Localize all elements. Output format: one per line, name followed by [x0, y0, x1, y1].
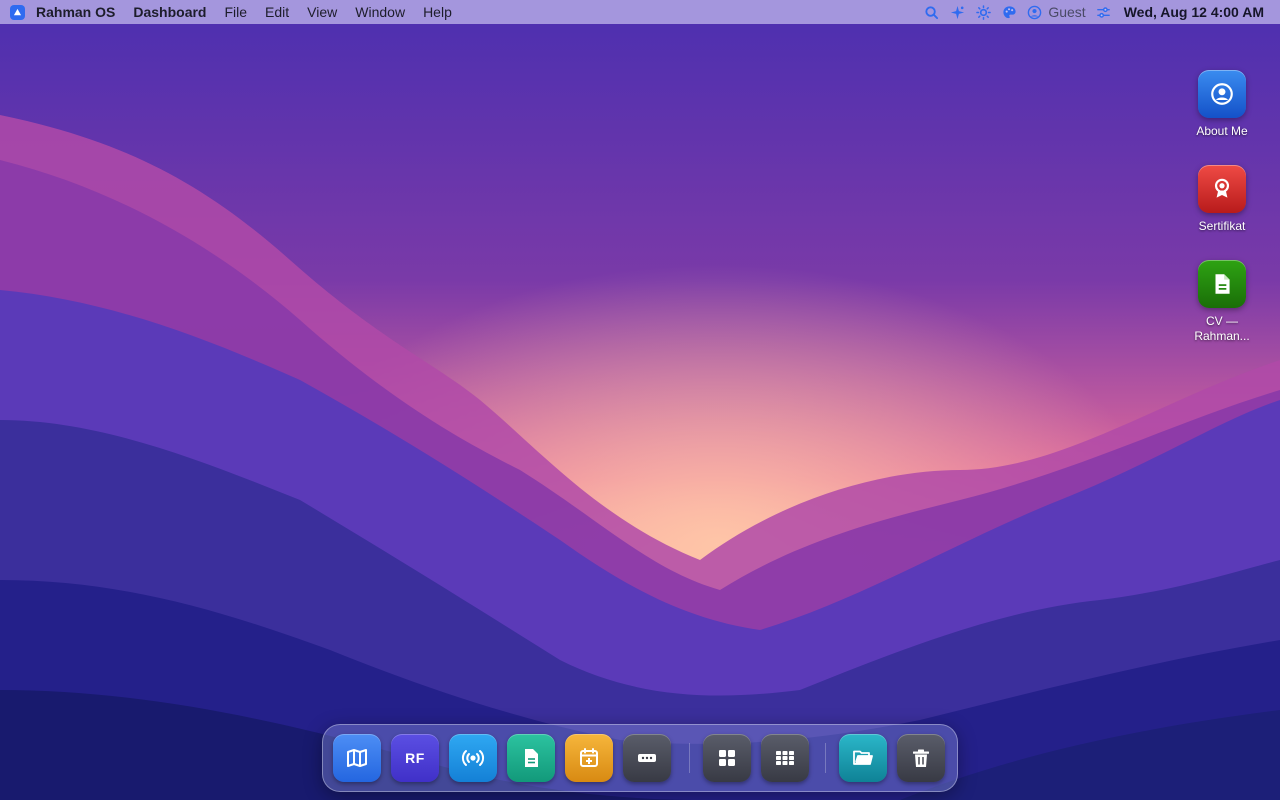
- dock-item-trash[interactable]: [897, 734, 945, 782]
- dock-separator: [825, 743, 826, 773]
- desktop-icon-about-me[interactable]: About Me: [1182, 70, 1262, 139]
- radio-broadcast-icon: [461, 750, 485, 766]
- desktop-icon-cv[interactable]: CV — Rahman...: [1182, 260, 1262, 344]
- dock-item-calendar[interactable]: [565, 734, 613, 782]
- dock-item-maps[interactable]: [333, 734, 381, 782]
- dock-item-notes[interactable]: [507, 734, 555, 782]
- menu-edit[interactable]: Edit: [265, 4, 289, 20]
- grid-2x2-icon: [719, 750, 735, 766]
- dock: RF: [322, 724, 958, 792]
- dock-item-rf[interactable]: RF: [391, 734, 439, 782]
- menu-clock[interactable]: Wed, Aug 12 4:00 AM: [1124, 4, 1264, 20]
- desktop-icon-label: CV — Rahman...: [1194, 314, 1250, 343]
- trash-icon: [913, 749, 929, 767]
- dock-item-launchpad[interactable]: [761, 734, 809, 782]
- menu-app-name[interactable]: Rahman OS: [36, 4, 115, 20]
- menu-file[interactable]: File: [224, 4, 247, 20]
- calendar-add-icon: [580, 748, 598, 767]
- dock-item-broadcast[interactable]: [449, 734, 497, 782]
- user-circle-icon: [1198, 70, 1246, 118]
- desktop-icon-label: About Me: [1196, 124, 1248, 138]
- desktop-icon-sertifikat[interactable]: Sertifikat: [1182, 165, 1262, 234]
- document-icon: [1198, 260, 1246, 308]
- user-name: Guest: [1048, 4, 1086, 20]
- desktop-wallpaper: [0, 0, 1280, 800]
- dock-separator: [689, 743, 690, 773]
- os-logo-icon[interactable]: [10, 4, 25, 20]
- map-icon: [347, 749, 367, 767]
- more-icon: [638, 754, 656, 762]
- folder-open-icon: [853, 750, 873, 765]
- menu-dashboard[interactable]: Dashboard: [133, 4, 206, 20]
- award-icon: [1198, 165, 1246, 213]
- dock-item-files[interactable]: [839, 734, 887, 782]
- sliders-icon[interactable]: [1096, 4, 1112, 20]
- user-icon: [1028, 5, 1042, 19]
- menu-view[interactable]: View: [307, 4, 337, 20]
- palette-icon[interactable]: [1001, 4, 1017, 20]
- menu-window[interactable]: Window: [355, 4, 405, 20]
- brightness-icon[interactable]: [975, 4, 991, 20]
- grid-3x3-icon: [776, 751, 794, 765]
- desktop-icon-label: Sertifikat: [1198, 219, 1246, 233]
- user-menu[interactable]: Guest: [1027, 4, 1086, 20]
- menu-help[interactable]: Help: [423, 4, 452, 20]
- sparkle-icon[interactable]: [949, 4, 965, 20]
- dock-item-more[interactable]: [623, 734, 671, 782]
- dock-item-widgets[interactable]: [703, 734, 751, 782]
- search-icon[interactable]: [923, 4, 939, 20]
- menu-bar: Rahman OS Dashboard File Edit View Windo…: [0, 0, 1280, 24]
- rf-logo-icon: RF: [405, 750, 425, 766]
- document-icon: [525, 749, 538, 767]
